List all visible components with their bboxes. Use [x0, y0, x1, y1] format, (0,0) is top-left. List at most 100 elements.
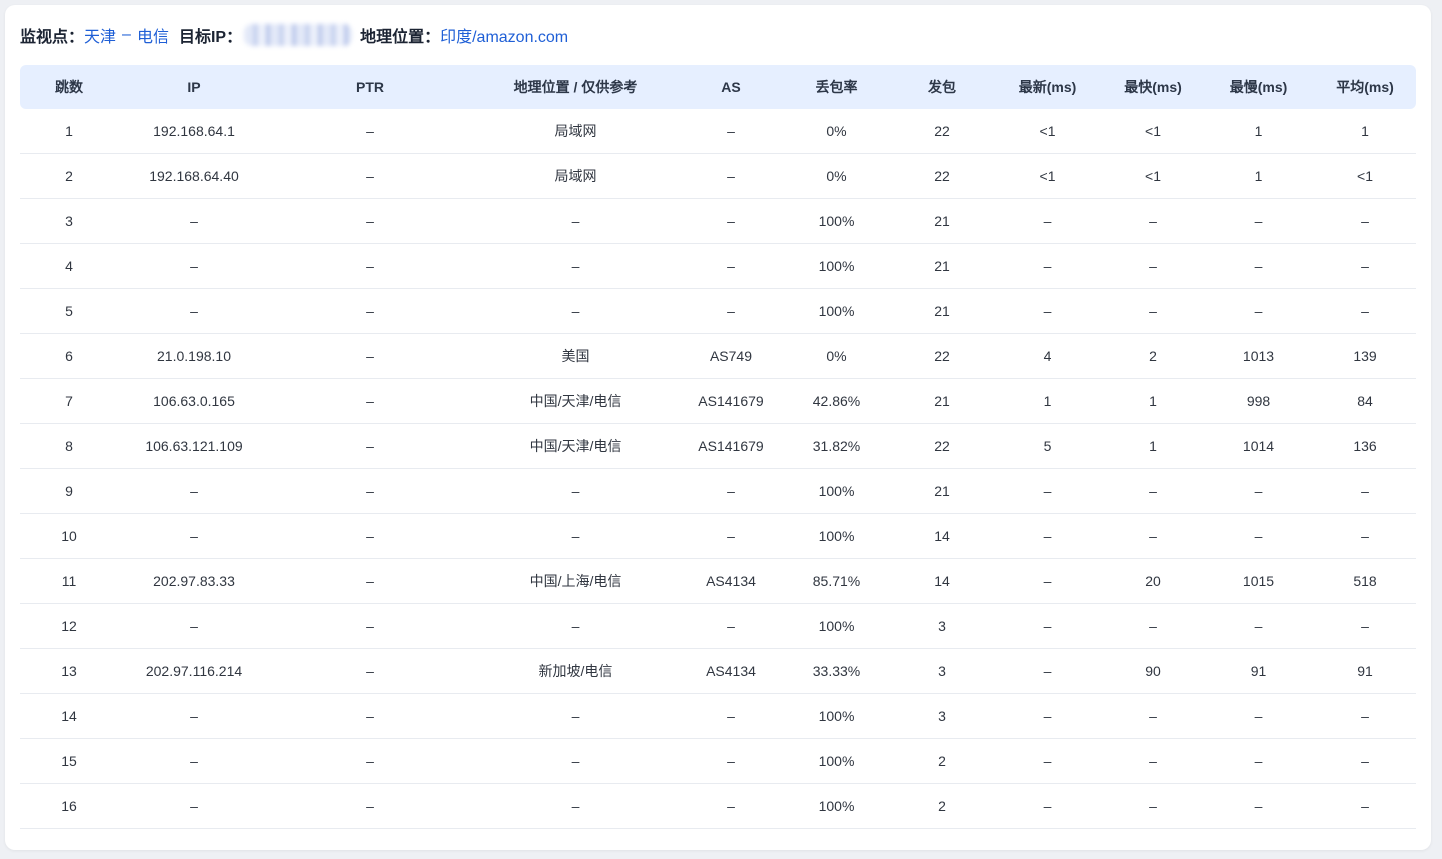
cell-ip: 106.63.121.109 — [118, 424, 270, 469]
cell-geo: 局域网 — [470, 109, 681, 154]
cell-worst: 1013 — [1203, 334, 1314, 379]
cell-sent: 3 — [892, 694, 992, 739]
cell-worst: – — [1203, 514, 1314, 559]
cell-sent: 3 — [892, 604, 992, 649]
cell-ptr: – — [270, 784, 470, 829]
cell-last: – — [992, 289, 1103, 334]
cell-ptr: – — [270, 604, 470, 649]
cell-hop: 5 — [20, 289, 118, 334]
cell-loss: 100% — [781, 604, 892, 649]
cell-avg: – — [1314, 199, 1416, 244]
cell-geo: – — [470, 604, 681, 649]
cell-ptr: – — [270, 379, 470, 424]
column-header-worst: 最慢(ms) — [1203, 65, 1314, 109]
cell-as: – — [681, 469, 781, 514]
monitor-point-city[interactable]: 天津 — [84, 23, 116, 47]
cell-ip: 192.168.64.1 — [118, 109, 270, 154]
cell-avg: 518 — [1314, 559, 1416, 604]
cell-hop: 2 — [20, 154, 118, 199]
target-ip-redacted — [244, 24, 353, 46]
cell-geo: – — [470, 739, 681, 784]
target-ip-label: 目标IP： — [178, 29, 243, 46]
cell-best: – — [1103, 469, 1203, 514]
cell-sent: 22 — [892, 154, 992, 199]
cell-hop: 3 — [20, 199, 118, 244]
cell-ptr: – — [270, 739, 470, 784]
cell-as: AS141679 — [681, 379, 781, 424]
cell-ptr: – — [270, 424, 470, 469]
cell-avg: 136 — [1314, 424, 1416, 469]
table-row: 8 106.63.121.109– 中国/天津/电信 AS141679 31.82% 22… — [20, 424, 1416, 469]
monitor-header: 监视点： 天津 – 电信 目标IP： 地理位置： 印度/amazon.com — [20, 23, 568, 47]
table-row: 12– – – –100% 3– – – – — [20, 604, 1416, 649]
cell-geo: 局域网 — [470, 154, 681, 199]
monitor-point-isp[interactable]: 电信 — [137, 23, 169, 47]
cell-ptr: – — [270, 649, 470, 694]
cell-ip: – — [118, 469, 270, 514]
cell-sent: 21 — [892, 289, 992, 334]
cell-worst: 1 — [1203, 109, 1314, 154]
table-row: 5– – – –100% 21– – – – — [20, 289, 1416, 334]
cell-avg: – — [1314, 244, 1416, 289]
cell-geo: 新加坡/电信 — [470, 649, 681, 694]
cell-sent: 22 — [892, 334, 992, 379]
table-row: 3– – – –100% 21– – – – — [20, 199, 1416, 244]
cell-last: – — [992, 604, 1103, 649]
table-body: 1 192.168.64.1– 局域网 –0% 22 <1 <1 1 1 2 192.168.64.… — [20, 109, 1416, 829]
geo-location-label: 地理位置： — [360, 29, 441, 46]
cell-geo: – — [470, 784, 681, 829]
cell-worst: 1014 — [1203, 424, 1314, 469]
cell-loss: 100% — [781, 289, 892, 334]
cell-ptr: – — [270, 469, 470, 514]
cell-loss: 85.71% — [781, 559, 892, 604]
cell-last: 1 — [992, 379, 1103, 424]
cell-ptr: – — [270, 514, 470, 559]
table-row: 4– – – –100% 21– – – – — [20, 244, 1416, 289]
cell-sent: 21 — [892, 469, 992, 514]
cell-loss: 100% — [781, 514, 892, 559]
cell-geo: – — [470, 694, 681, 739]
cell-last: 5 — [992, 424, 1103, 469]
cell-best: 90 — [1103, 649, 1203, 694]
cell-worst: – — [1203, 289, 1314, 334]
cell-ip: – — [118, 199, 270, 244]
cell-loss: 0% — [781, 154, 892, 199]
cell-loss: 100% — [781, 694, 892, 739]
column-header-geo: 地理位置 / 仅供参考 — [470, 65, 681, 109]
cell-geo: – — [470, 514, 681, 559]
cell-as: – — [681, 154, 781, 199]
cell-ip: 21.0.198.10 — [118, 334, 270, 379]
traceroute-card: 监视点： 天津 – 电信 目标IP： 地理位置： 印度/amazon.com 跳… — [5, 5, 1431, 850]
cell-worst: 1 — [1203, 154, 1314, 199]
cell-as: – — [681, 199, 781, 244]
geo-location-value[interactable]: 印度/amazon.com — [440, 23, 568, 47]
cell-loss: 100% — [781, 784, 892, 829]
cell-avg: – — [1314, 289, 1416, 334]
column-header-as: AS — [681, 65, 781, 109]
cell-avg: 139 — [1314, 334, 1416, 379]
cell-avg: – — [1314, 784, 1416, 829]
cell-worst: 1015 — [1203, 559, 1314, 604]
table-row: 15– – – –100% 2– – – – — [20, 739, 1416, 784]
cell-worst: – — [1203, 784, 1314, 829]
cell-best: – — [1103, 244, 1203, 289]
cell-best: 2 — [1103, 334, 1203, 379]
cell-last: – — [992, 199, 1103, 244]
cell-last: – — [992, 244, 1103, 289]
traceroute-table-wrap: 跳数 IP PTR 地理位置 / 仅供参考 AS 丢包率 发包 最新(ms) 最快(ms) 最慢(… — [20, 65, 1416, 829]
cell-worst: – — [1203, 199, 1314, 244]
cell-ptr: – — [270, 154, 470, 199]
cell-sent: 2 — [892, 784, 992, 829]
column-header-ip: IP — [118, 65, 270, 109]
cell-hop: 11 — [20, 559, 118, 604]
cell-worst: 998 — [1203, 379, 1314, 424]
cell-avg: 91 — [1314, 649, 1416, 694]
cell-avg: 84 — [1314, 379, 1416, 424]
cell-last: 4 — [992, 334, 1103, 379]
cell-ip: 202.97.83.33 — [118, 559, 270, 604]
cell-last: – — [992, 559, 1103, 604]
column-header-sent: 发包 — [892, 65, 992, 109]
table-row: 2 192.168.64.40– 局域网 –0% 22 <1 <1 1 <1 — [20, 154, 1416, 199]
cell-worst: 91 — [1203, 649, 1314, 694]
cell-best: <1 — [1103, 109, 1203, 154]
